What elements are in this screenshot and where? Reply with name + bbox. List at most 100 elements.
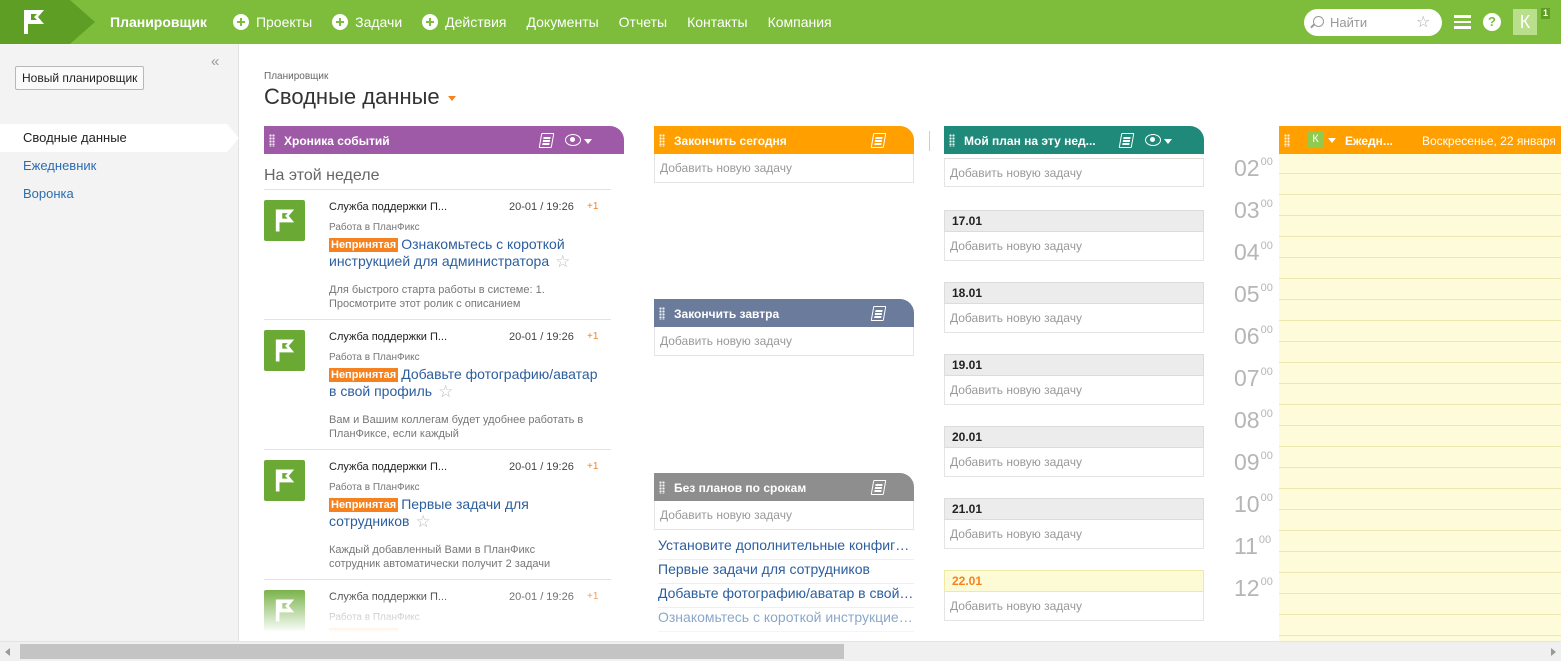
feed-task-title[interactable]: Непринятая Добавьте фотографию/аватар в с… xyxy=(329,366,599,400)
drag-handle-icon[interactable] xyxy=(659,307,665,320)
drag-handle-icon[interactable] xyxy=(269,134,275,147)
nav-planner[interactable]: Планировщик xyxy=(110,14,207,30)
logo-block[interactable] xyxy=(0,0,70,44)
nav-company[interactable]: Компания xyxy=(768,14,832,30)
add-task-day[interactable]: Добавить новую задачу xyxy=(944,304,1204,333)
breadcrumb[interactable]: Планировщик xyxy=(264,71,328,82)
nav-actions[interactable]: Действия xyxy=(422,14,507,30)
nav-reports[interactable]: Отчеты xyxy=(619,14,667,30)
collapse-sidebar-icon[interactable]: « xyxy=(211,53,219,70)
favorite-star-icon[interactable]: ☆ xyxy=(415,512,430,531)
favorites-star-icon[interactable]: ☆ xyxy=(1416,12,1430,32)
feed-project[interactable]: Работа в ПланФикс xyxy=(329,352,420,363)
hour-label: 0800 xyxy=(1234,407,1273,434)
hour-label: 0900 xyxy=(1234,449,1273,476)
add-project-plus-icon[interactable] xyxy=(232,14,249,30)
feed-project[interactable]: Работа в ПланФикс xyxy=(329,612,420,623)
feed-item[interactable]: Служба поддержки П... 20-01 / 19:26 +1 Р… xyxy=(264,450,611,578)
nav-documents[interactable]: Документы xyxy=(527,14,599,30)
horizontal-scrollbar[interactable] xyxy=(0,641,1561,661)
nav-projects[interactable]: Проекты xyxy=(232,14,312,30)
feed-view-caret-icon[interactable] xyxy=(584,139,592,144)
week-plan-view-caret-icon[interactable] xyxy=(1164,139,1172,144)
sidebar-item-funnel[interactable]: Воронка xyxy=(0,180,239,208)
hamburger-menu-icon[interactable] xyxy=(1454,15,1471,29)
feed-view-eye-icon[interactable] xyxy=(565,134,581,146)
feed-task-title[interactable]: Непринятая xyxy=(329,626,599,641)
feed-author[interactable]: Служба поддержки П... xyxy=(329,201,447,213)
feed-avatar xyxy=(264,590,305,631)
feed-author[interactable]: Служба поддержки П... xyxy=(329,331,447,343)
scroll-right-arrow-icon[interactable] xyxy=(1551,648,1556,656)
add-task-week[interactable]: Добавить новую задачу xyxy=(944,158,1204,187)
add-action-plus-icon[interactable] xyxy=(422,14,439,30)
nav-contacts-label: Контакты xyxy=(687,14,748,30)
add-task-day[interactable]: Добавить новую задачу xyxy=(944,520,1204,549)
feed-description: Вам и Вашим коллегам будет удобнее работ… xyxy=(329,414,584,440)
notification-badge[interactable]: 1 xyxy=(1541,8,1551,19)
feed-notes-icon[interactable] xyxy=(538,133,555,148)
task-link[interactable]: Установите дополнительные конфигурации xyxy=(658,536,914,560)
feed-project[interactable]: Работа в ПланФикс xyxy=(329,482,420,493)
add-task-tomorrow[interactable]: Добавить новую задачу xyxy=(654,327,914,356)
feed-panel-header: Хроника событий xyxy=(264,126,624,154)
user-avatar[interactable]: К xyxy=(1513,9,1537,35)
add-task-no-deadline[interactable]: Добавить новую задачу xyxy=(654,501,914,530)
day-row-today: 22.01 xyxy=(944,570,1204,592)
column-resize-handle-icon[interactable] xyxy=(926,131,933,151)
favorite-star-icon[interactable]: ☆ xyxy=(555,252,570,271)
day-row: 17.01 xyxy=(944,210,1204,232)
add-task-day[interactable]: Добавить новую задачу xyxy=(944,448,1204,477)
planfix-flag-icon xyxy=(275,209,295,232)
nav-contacts[interactable]: Контакты xyxy=(687,14,747,30)
new-planner-button[interactable]: Новый планировщик xyxy=(15,66,145,90)
add-task-plus-icon[interactable] xyxy=(332,14,349,30)
help-icon[interactable]: ? xyxy=(1483,13,1501,31)
finish-tomorrow-notes-icon[interactable] xyxy=(870,306,887,321)
scrollbar-thumb[interactable] xyxy=(20,644,844,659)
hour-minutes: 00 xyxy=(1260,240,1273,252)
drag-handle-icon[interactable] xyxy=(1284,134,1290,147)
add-task-today[interactable]: Добавить новую задачу xyxy=(654,154,914,183)
feed-author[interactable]: Служба поддержки П... xyxy=(329,461,447,473)
feed-item[interactable]: Служба поддержки П... 20-01 / 19:26 +1 Р… xyxy=(264,190,611,318)
sidebar-item-diary[interactable]: Ежедневник xyxy=(0,152,239,180)
nav-documents-label: Документы xyxy=(526,14,599,30)
diary-time-grid[interactable] xyxy=(1279,153,1561,641)
feed-project[interactable]: Работа в ПланФикс xyxy=(329,222,420,233)
feed-time: 20-01 / 19:26 xyxy=(509,201,574,213)
add-task-day[interactable]: Добавить новую задачу xyxy=(944,232,1204,261)
finish-tomorrow-header: Закончить завтра xyxy=(654,299,914,327)
favorite-star-icon[interactable]: ☆ xyxy=(438,382,453,401)
hour-minutes: 00 xyxy=(1260,408,1273,420)
no-deadline-notes-icon[interactable] xyxy=(870,480,887,495)
planfix-flag-icon xyxy=(275,599,295,622)
title-dropdown-caret-icon[interactable] xyxy=(447,96,456,101)
nav-tasks-label: Задачи xyxy=(355,14,403,30)
task-link[interactable]: Ознакомьтесь с короткой инструкцией для … xyxy=(658,608,914,632)
scroll-left-arrow-icon[interactable] xyxy=(5,648,10,656)
add-task-day[interactable]: Добавить новую задачу xyxy=(944,376,1204,405)
feed-task-title[interactable]: Непринятая Первые задачи для сотрудников ☆ xyxy=(329,496,599,530)
add-task-day[interactable]: Добавить новую задачу xyxy=(944,592,1204,621)
feed-task-title[interactable]: Непринятая Ознакомьтесь с короткой инстру… xyxy=(329,236,599,270)
hour-minutes: 00 xyxy=(1260,450,1273,462)
drag-handle-icon[interactable] xyxy=(659,134,665,147)
nav-tasks[interactable]: Задачи xyxy=(332,14,402,30)
diary-user-caret-icon[interactable] xyxy=(1328,138,1336,143)
feed-author[interactable]: Служба поддержки П... xyxy=(329,591,447,603)
week-plan-notes-icon[interactable] xyxy=(1118,133,1135,148)
feed-item[interactable]: Служба поддержки П... 20-01 / 19:26 +1 Р… xyxy=(264,320,611,448)
drag-handle-icon[interactable] xyxy=(949,134,955,147)
feed-item[interactable]: Служба поддержки П... 20-01 / 19:26 +1 Р… xyxy=(264,580,611,641)
hour-value: 09 xyxy=(1234,449,1260,475)
sidebar-item-summary[interactable]: Сводные данные xyxy=(0,124,239,152)
page-title[interactable]: Сводные данные xyxy=(264,84,456,110)
finish-today-notes-icon[interactable] xyxy=(870,133,887,148)
drag-handle-icon[interactable] xyxy=(659,481,665,494)
week-plan-view-eye-icon[interactable] xyxy=(1145,134,1161,146)
search-input[interactable] xyxy=(1330,14,1414,31)
task-link[interactable]: Добавьте фотографию/аватар в свой профил… xyxy=(658,584,914,608)
diary-user-avatar[interactable]: К xyxy=(1308,132,1323,147)
task-link[interactable]: Первые задачи для сотрудников xyxy=(658,560,914,584)
